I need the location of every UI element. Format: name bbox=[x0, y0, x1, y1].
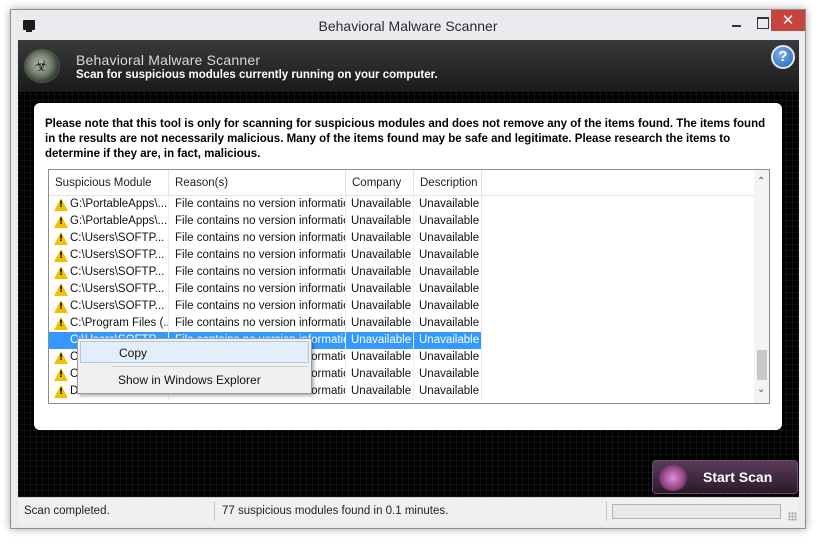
cell-company: Unavailable bbox=[346, 383, 414, 400]
results-summary: 77 suspicious modules found in 0.1 minut… bbox=[222, 505, 449, 517]
context-menu-copy[interactable]: Copy bbox=[80, 341, 309, 363]
cell-description: Unavailable bbox=[414, 213, 482, 230]
cell-description: Unavailable bbox=[414, 366, 482, 383]
cell-company: Unavailable bbox=[346, 196, 414, 213]
cell-description: Unavailable bbox=[414, 332, 482, 349]
cell-reason: File contains no version information bbox=[169, 281, 346, 298]
list-row[interactable]: C:\Users\SOFTP...File contains no versio… bbox=[49, 264, 754, 281]
cell-module: C:\Users\SOFTP... bbox=[49, 247, 169, 264]
status-divider bbox=[606, 501, 607, 521]
cell-company: Unavailable bbox=[346, 332, 414, 349]
scrollbar-thumb[interactable] bbox=[757, 350, 767, 380]
cell-module: G:\PortableApps\... bbox=[49, 213, 169, 230]
list-row[interactable]: G:\PortableApps\...File contains no vers… bbox=[49, 213, 754, 230]
minimize-button[interactable] bbox=[723, 12, 749, 32]
scroll-up-icon[interactable]: ⌃ bbox=[757, 176, 765, 187]
cell-reason: File contains no version information bbox=[169, 247, 346, 264]
cell-description: Unavailable bbox=[414, 315, 482, 332]
list-row[interactable]: C:\Users\SOFTP...File contains no versio… bbox=[49, 298, 754, 315]
list-row[interactable]: C:\Users\SOFTP...File contains no versio… bbox=[49, 281, 754, 298]
cell-company: Unavailable bbox=[346, 366, 414, 383]
app-header-subtitle: Scan for suspicious modules currently ru… bbox=[76, 69, 438, 81]
size-grip-icon[interactable] bbox=[788, 512, 797, 521]
cell-module: C:\Users\SOFTP... bbox=[49, 281, 169, 298]
start-scan-button[interactable]: Start Scan bbox=[652, 460, 798, 494]
app-header-title: Behavioral Malware Scanner bbox=[76, 52, 261, 68]
client-area: ☣ Behavioral Malware Scanner Scan for su… bbox=[18, 40, 799, 497]
status-text: Scan completed. bbox=[24, 505, 110, 517]
window-title: Behavioral Malware Scanner bbox=[318, 18, 498, 34]
cell-module: C:\Program Files (... bbox=[49, 315, 169, 332]
cell-reason: File contains no version information bbox=[169, 213, 346, 230]
cell-company: Unavailable bbox=[346, 315, 414, 332]
cell-module: G:\PortableApps\... bbox=[49, 196, 169, 213]
list-header: Suspicious Module Reason(s) Company Desc… bbox=[49, 170, 754, 196]
cell-description: Unavailable bbox=[414, 264, 482, 281]
cell-description: Unavailable bbox=[414, 196, 482, 213]
list-row[interactable]: G:\PortableApps\...File contains no vers… bbox=[49, 196, 754, 213]
status-divider bbox=[214, 501, 215, 521]
cell-module: C:\Users\SOFTP... bbox=[49, 298, 169, 315]
cell-reason: File contains no version information bbox=[169, 196, 346, 213]
list-row[interactable]: C:\Program Files (...File contains no ve… bbox=[49, 315, 754, 332]
scan-glow-icon bbox=[658, 465, 688, 491]
column-header-module[interactable]: Suspicious Module bbox=[49, 170, 169, 196]
list-row[interactable]: C:\Users\SOFTP...File contains no versio… bbox=[49, 230, 754, 247]
cell-description: Unavailable bbox=[414, 281, 482, 298]
cell-company: Unavailable bbox=[346, 349, 414, 366]
title-bar[interactable]: Behavioral Malware Scanner ✕ bbox=[11, 10, 805, 40]
app-header: ☣ Behavioral Malware Scanner Scan for su… bbox=[18, 40, 799, 92]
cell-module: C:\Users\SOFTP... bbox=[49, 264, 169, 281]
cell-description: Unavailable bbox=[414, 247, 482, 264]
cell-reason: File contains no version information bbox=[169, 315, 346, 332]
cell-reason: File contains no version information bbox=[169, 230, 346, 247]
scroll-down-icon[interactable]: ⌄ bbox=[757, 384, 765, 395]
start-scan-label: Start Scan bbox=[703, 469, 773, 485]
context-menu-show-in-explorer[interactable]: Show in Windows Explorer bbox=[80, 369, 309, 391]
cell-module: C:\Users\SOFTP... bbox=[49, 230, 169, 247]
cell-description: Unavailable bbox=[414, 349, 482, 366]
close-button[interactable]: ✕ bbox=[771, 10, 805, 31]
context-menu-separator bbox=[112, 366, 308, 367]
column-header-reasons[interactable]: Reason(s) bbox=[169, 170, 346, 196]
vertical-scrollbar[interactable]: ⌃ ⌄ bbox=[754, 170, 769, 403]
status-bar: Scan completed. 77 suspicious modules fo… bbox=[18, 497, 799, 525]
biohazard-logo-icon: ☣ bbox=[24, 49, 60, 83]
cell-company: Unavailable bbox=[346, 247, 414, 264]
cell-company: Unavailable bbox=[346, 230, 414, 247]
cell-description: Unavailable bbox=[414, 230, 482, 247]
cell-company: Unavailable bbox=[346, 264, 414, 281]
column-header-description[interactable]: Description bbox=[414, 170, 482, 196]
list-row[interactable]: C:\Users\SOFTP...File contains no versio… bbox=[49, 247, 754, 264]
cell-company: Unavailable bbox=[346, 281, 414, 298]
cell-company: Unavailable bbox=[346, 213, 414, 230]
context-menu: Copy Show in Windows Explorer bbox=[77, 338, 312, 394]
column-header-company[interactable]: Company bbox=[346, 170, 414, 196]
help-icon[interactable]: ? bbox=[771, 45, 795, 69]
cell-reason: File contains no version information bbox=[169, 264, 346, 281]
cell-reason: File contains no version information bbox=[169, 298, 346, 315]
cell-description: Unavailable bbox=[414, 383, 482, 400]
progress-bar bbox=[612, 504, 781, 519]
disclaimer-text: Please note that this tool is only for s… bbox=[45, 118, 766, 160]
cell-description: Unavailable bbox=[414, 298, 482, 315]
app-window: Behavioral Malware Scanner ✕ ☣ Behaviora… bbox=[10, 9, 806, 529]
cell-company: Unavailable bbox=[346, 298, 414, 315]
